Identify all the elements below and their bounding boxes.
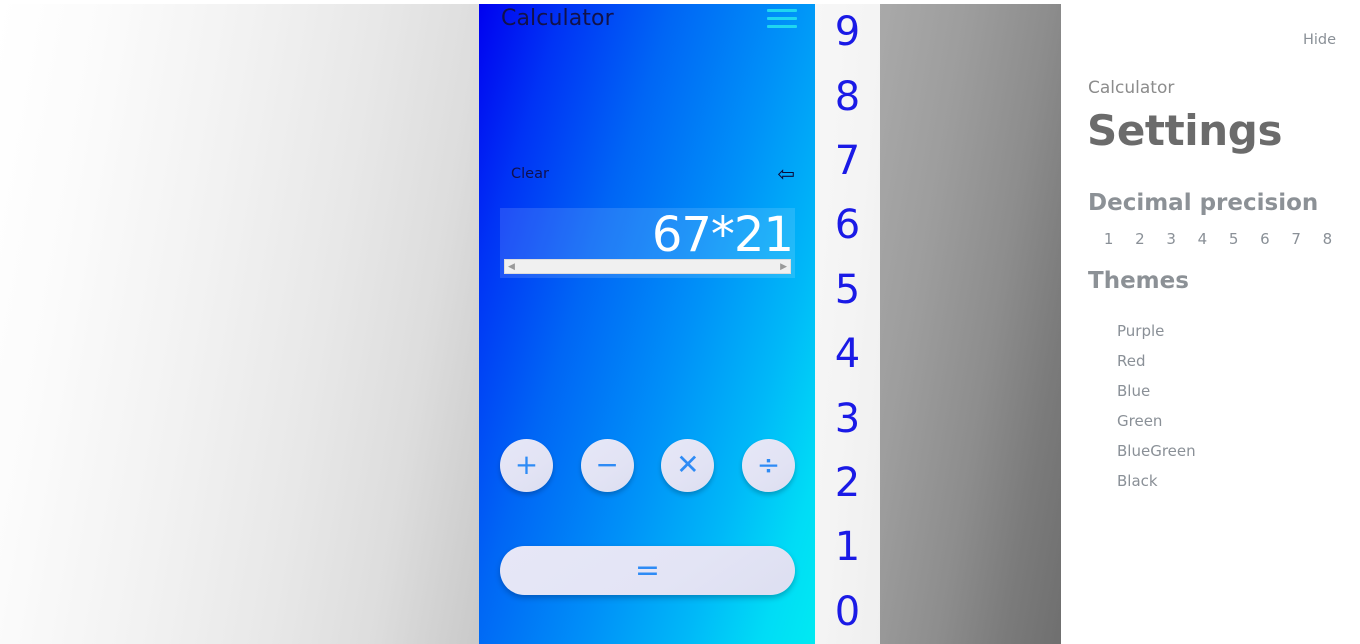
- digit-button-0[interactable]: 0: [815, 580, 880, 644]
- equals-button[interactable]: =: [500, 546, 795, 595]
- plus-button[interactable]: +: [500, 438, 553, 492]
- menu-bar-1: [767, 8, 797, 12]
- menu-bar-2: [767, 16, 797, 20]
- precision-option-4[interactable]: 4: [1187, 230, 1218, 248]
- decimal-precision-options: 1 2 3 4 5 6 7 8: [1093, 230, 1343, 248]
- theme-option-green[interactable]: Green: [1117, 406, 1196, 436]
- digit-button-7[interactable]: 7: [815, 129, 880, 193]
- settings-eyebrow: Calculator: [1088, 78, 1175, 98]
- backdrop-gray-band: [880, 4, 1061, 644]
- calculator-titlebar: Calculator: [479, 0, 815, 36]
- theme-option-blue[interactable]: Blue: [1117, 376, 1196, 406]
- operator-button-row: + − ✕ ÷: [500, 437, 795, 493]
- theme-option-purple[interactable]: Purple: [1117, 316, 1196, 346]
- themes-options: Purple Red Blue Green BlueGreen Black: [1117, 316, 1196, 496]
- digit-button-4[interactable]: 4: [815, 322, 880, 386]
- hide-button[interactable]: Hide: [1303, 32, 1336, 48]
- digit-button-3[interactable]: 3: [815, 386, 880, 450]
- scroll-right-arrow-icon[interactable]: ▶: [780, 262, 787, 271]
- page-title: Calculator: [501, 5, 614, 31]
- precision-option-2[interactable]: 2: [1124, 230, 1155, 248]
- digit-button-5[interactable]: 5: [815, 258, 880, 322]
- digit-button-2[interactable]: 2: [815, 451, 880, 515]
- divide-button[interactable]: ÷: [741, 438, 795, 492]
- digit-button-8[interactable]: 8: [815, 64, 880, 128]
- decimal-precision-heading: Decimal precision: [1088, 190, 1319, 216]
- display-horizontal-scrollbar[interactable]: ◀ ▶: [504, 259, 791, 274]
- theme-option-bluegreen[interactable]: BlueGreen: [1117, 436, 1196, 466]
- precision-option-6[interactable]: 6: [1249, 230, 1280, 248]
- precision-option-1[interactable]: 1: [1093, 230, 1124, 248]
- scroll-left-arrow-icon[interactable]: ◀: [508, 262, 515, 271]
- precision-option-5[interactable]: 5: [1218, 230, 1249, 248]
- theme-option-red[interactable]: Red: [1117, 346, 1196, 376]
- precision-option-7[interactable]: 7: [1281, 230, 1312, 248]
- settings-panel: Hide Calculator Settings Decimal precisi…: [1061, 4, 1360, 644]
- calculator-top-edge: [479, 0, 815, 3]
- precision-option-3[interactable]: 3: [1156, 230, 1187, 248]
- hamburger-menu-icon[interactable]: [767, 7, 797, 29]
- display-value: 67*21: [651, 208, 794, 260]
- theme-option-black[interactable]: Black: [1117, 466, 1196, 496]
- minus-button[interactable]: −: [580, 438, 634, 492]
- settings-title: Settings: [1087, 106, 1283, 155]
- multiply-button[interactable]: ✕: [661, 438, 715, 492]
- precision-option-8[interactable]: 8: [1312, 230, 1343, 248]
- app-root: Calculator Clear ⇦ 67*21 ◀ ▶ + − ✕ ÷ = 9…: [0, 0, 1360, 644]
- digit-button-6[interactable]: 6: [815, 193, 880, 257]
- backdrop-left-gradient: [0, 4, 479, 644]
- calculator-action-row: Clear ⇦: [479, 160, 815, 188]
- menu-bar-3: [767, 24, 797, 28]
- digit-button-9[interactable]: 9: [815, 0, 880, 64]
- calculator-panel: Calculator Clear ⇦ 67*21 ◀ ▶ + − ✕ ÷ =: [479, 0, 815, 644]
- calculator-display[interactable]: 67*21 ◀ ▶: [500, 208, 795, 278]
- backspace-icon[interactable]: ⇦: [777, 164, 795, 185]
- themes-heading: Themes: [1088, 268, 1189, 294]
- digit-keypad-column: 9 8 7 6 5 4 3 2 1 0: [815, 0, 880, 644]
- digit-button-1[interactable]: 1: [815, 515, 880, 579]
- clear-button[interactable]: Clear: [511, 166, 549, 182]
